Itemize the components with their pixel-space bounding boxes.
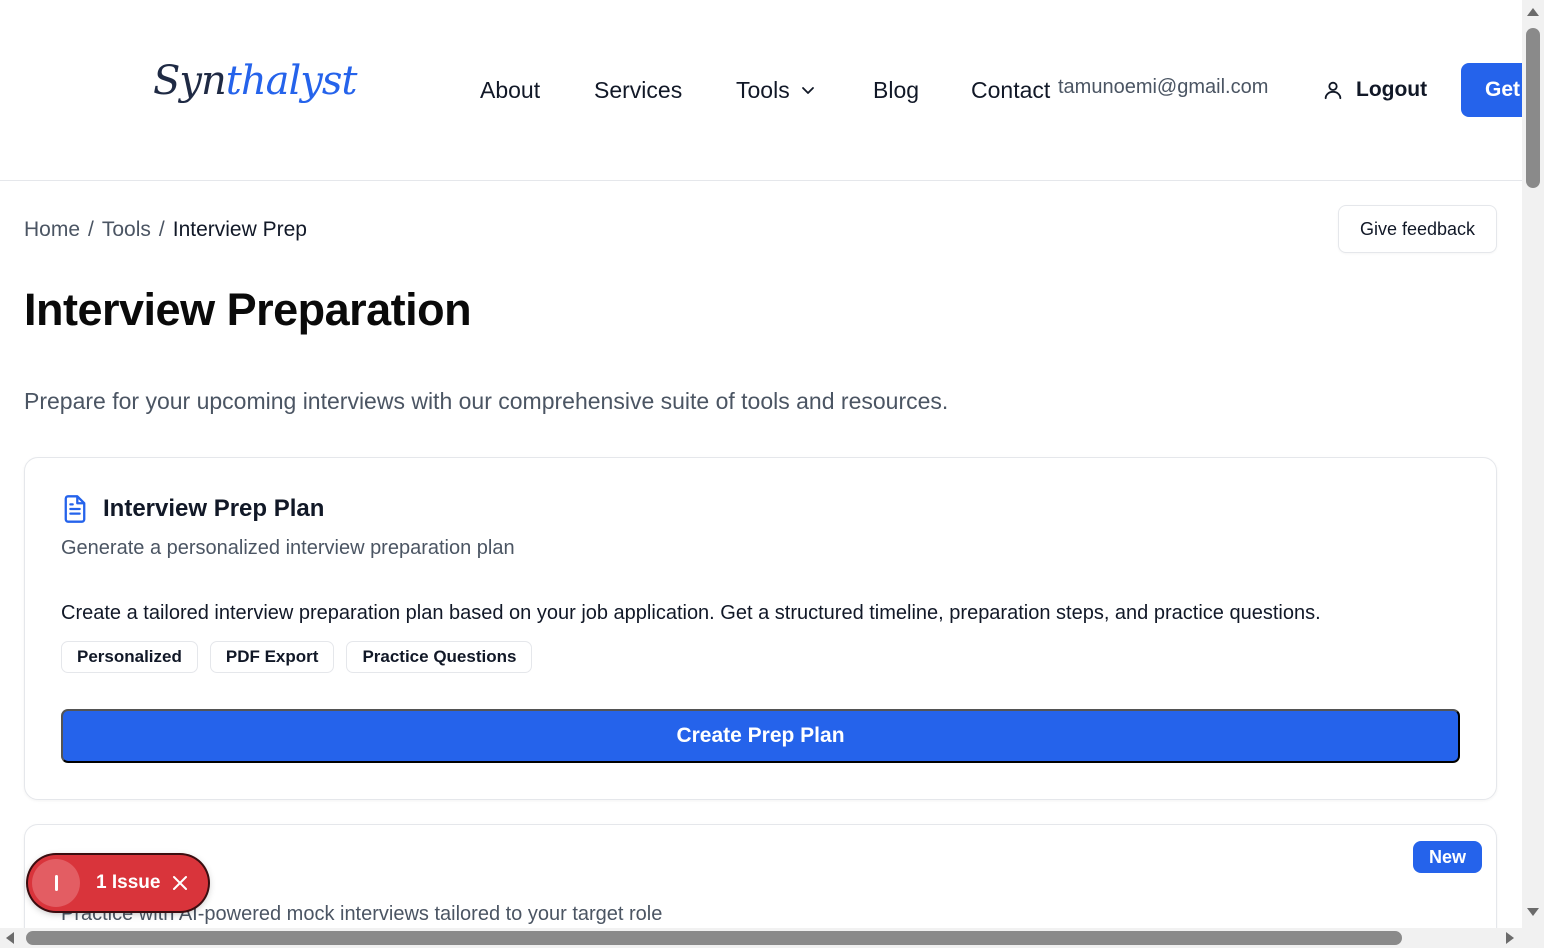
get-started-button[interactable]: Get bbox=[1461, 63, 1522, 117]
new-badge: New bbox=[1413, 841, 1483, 873]
user-icon bbox=[1324, 81, 1342, 100]
horizontal-scroll-thumb[interactable] bbox=[26, 931, 1402, 945]
nav-about[interactable]: About bbox=[480, 74, 540, 106]
nav-blog[interactable]: Blog bbox=[873, 74, 919, 106]
logout-label: Logout bbox=[1356, 78, 1428, 101]
logo-accent-text: thalyst bbox=[225, 58, 358, 104]
close-icon[interactable] bbox=[172, 875, 188, 891]
scroll-left-arrow-icon[interactable] bbox=[6, 932, 14, 944]
issue-alert-icon[interactable] bbox=[32, 859, 80, 907]
user-email: tamunoemi@gmail.com bbox=[1058, 76, 1269, 98]
vertical-scrollbar[interactable] bbox=[1522, 0, 1544, 928]
mock-interview-card: erview Practice with AI-powered mock int… bbox=[24, 824, 1497, 928]
vertical-scroll-thumb[interactable] bbox=[1526, 28, 1540, 188]
issues-indicator[interactable]: 1 Issue bbox=[28, 855, 208, 911]
logo[interactable]: Synthalyst bbox=[153, 58, 358, 104]
horizontal-scrollbar[interactable] bbox=[0, 928, 1522, 948]
card-title: Interview Prep Plan bbox=[103, 495, 325, 522]
chevron-down-icon bbox=[801, 87, 814, 94]
card-subtitle: Generate a personalized interview prepar… bbox=[61, 537, 515, 559]
page-viewport: Synthalyst About Services Tools Blog Con… bbox=[0, 0, 1522, 928]
breadcrumb: Home / Tools / Interview Prep bbox=[24, 218, 307, 242]
interview-prep-plan-card: Interview Prep Plan Generate a personali… bbox=[24, 457, 1497, 800]
breadcrumb-current: Interview Prep bbox=[172, 218, 307, 241]
page-title: Interview Preparation bbox=[24, 284, 472, 335]
tag-personalized: Personalized bbox=[61, 641, 198, 673]
logo-text: Syn bbox=[153, 58, 227, 104]
scroll-up-arrow-icon[interactable] bbox=[1527, 8, 1539, 16]
create-prep-plan-button[interactable]: Create Prep Plan bbox=[61, 709, 1460, 763]
tag-pdf-export: PDF Export bbox=[209, 641, 335, 673]
scrollbar-corner bbox=[1522, 928, 1544, 948]
nav-tools-dropdown[interactable]: Tools bbox=[736, 74, 816, 106]
card-body: Create a tailored interview preparation … bbox=[61, 602, 1321, 624]
breadcrumb-tools[interactable]: Tools bbox=[102, 218, 151, 242]
nav-contact[interactable]: Contact bbox=[971, 74, 1050, 106]
feature-tags: Personalized PDF Export Practice Questio… bbox=[61, 641, 533, 673]
breadcrumb-home[interactable]: Home bbox=[24, 218, 80, 242]
breadcrumb-separator: / bbox=[158, 218, 165, 241]
scroll-right-arrow-icon[interactable] bbox=[1506, 932, 1514, 944]
card-header: Interview Prep Plan bbox=[61, 494, 324, 524]
issue-count-label[interactable]: 1 Issue bbox=[96, 872, 160, 894]
tag-practice-questions: Practice Questions bbox=[346, 641, 533, 673]
give-feedback-button[interactable]: Give feedback bbox=[1338, 205, 1497, 253]
nav-tools-label: Tools bbox=[736, 76, 790, 103]
scroll-down-arrow-icon[interactable] bbox=[1527, 908, 1539, 916]
site-header: Synthalyst About Services Tools Blog Con… bbox=[0, 0, 1522, 181]
page-description: Prepare for your upcoming interviews wit… bbox=[24, 388, 949, 414]
logout-button[interactable]: Logout bbox=[1322, 74, 1427, 106]
nav-services[interactable]: Services bbox=[594, 74, 682, 106]
document-icon bbox=[64, 495, 86, 523]
breadcrumb-separator: / bbox=[88, 218, 94, 241]
